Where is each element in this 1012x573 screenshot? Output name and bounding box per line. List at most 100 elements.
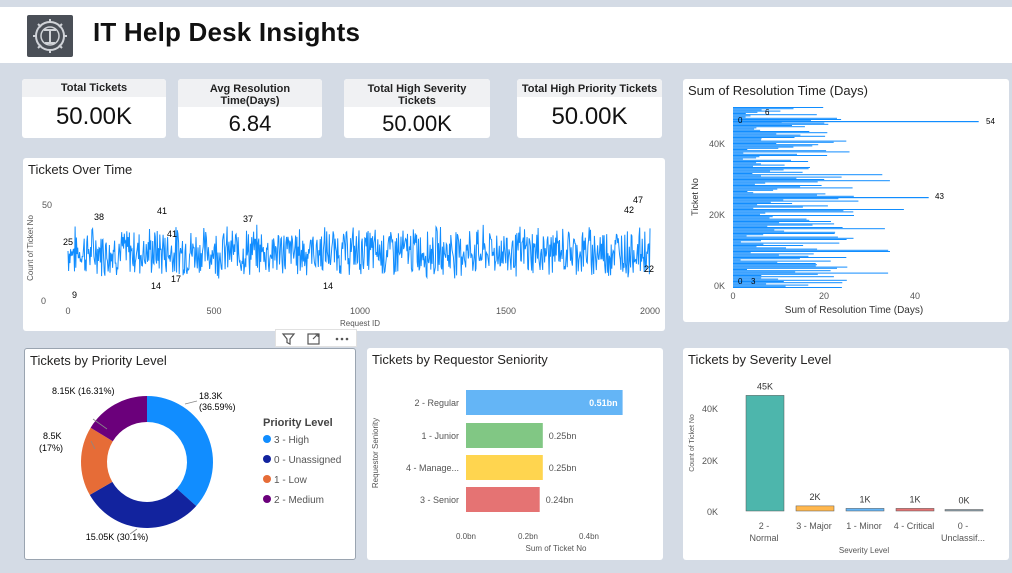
- data-label: 25: [63, 237, 73, 247]
- resolution-bar: [733, 147, 779, 149]
- resolution-bar: [733, 146, 794, 148]
- resolution-bar: [733, 230, 785, 232]
- data-label: 2K: [809, 492, 820, 502]
- resolution-bar: [733, 197, 929, 199]
- category-label: 2 -: [759, 521, 770, 531]
- y-axis-label: Ticket No: [690, 178, 700, 216]
- resolution-bar: [733, 249, 889, 251]
- tickets-over-time-chart: Count of Ticket No 0 50 0 500 1000 1500 …: [26, 195, 660, 328]
- data-label: 38: [94, 212, 104, 222]
- x-tick: 1500: [496, 306, 516, 316]
- resolution-bar: [733, 282, 843, 284]
- priority-donut-chart: 18.3K (36.59%) 15.05K (30.1%) 8.5K (17%)…: [39, 386, 341, 542]
- resolution-bar: [733, 144, 819, 146]
- resolution-bar: [733, 167, 810, 168]
- resolution-bar: [733, 188, 778, 190]
- slice-high[interactable]: [147, 396, 214, 506]
- resolution-bar: [733, 107, 824, 108]
- severity-bar[interactable]: [845, 508, 885, 512]
- resolution-bar: [733, 247, 786, 249]
- resolution-bar: [733, 129, 761, 131]
- legend-dot: [263, 435, 271, 443]
- resolution-bar: [733, 152, 744, 154]
- data-label: 41: [157, 206, 167, 216]
- resolution-time-visual[interactable]: Sum of Resolution Time (Days) Ticket No …: [683, 79, 1009, 322]
- resolution-bar: [733, 222, 780, 224]
- resolution-bar: [733, 228, 885, 230]
- ticket-count-line: [67, 224, 651, 280]
- kpi-value: 50.00K: [382, 111, 452, 136]
- seniority-bar-chart: Requestor Seniority 2 - Regular 1 - Juni…: [371, 390, 623, 553]
- legend-item[interactable]: 0 - Unassigned: [274, 455, 341, 466]
- x-tick: 20: [819, 291, 829, 301]
- legend-item[interactable]: 1 - Low: [274, 475, 308, 486]
- slice-pct-high: (36.59%): [199, 402, 236, 412]
- x-tick: 500: [206, 306, 221, 316]
- resolution-bar: [733, 151, 850, 153]
- slice-label-low: 8.5K: [43, 431, 62, 441]
- severity-bar[interactable]: [745, 395, 785, 512]
- severity-bar[interactable]: [795, 505, 835, 512]
- kpi-value: 50.00K: [551, 103, 628, 130]
- more-options-icon[interactable]: [332, 331, 352, 347]
- kpi-card-high-priority[interactable]: Total High Priority Tickets 50.00K: [517, 79, 662, 138]
- seniority-bar[interactable]: [466, 487, 540, 512]
- data-label: 22: [644, 264, 654, 274]
- resolution-bar: [733, 126, 805, 128]
- category-label: 1 - Minor: [846, 521, 882, 531]
- resolution-bar: [733, 128, 755, 130]
- data-label: 0.25bn: [549, 431, 577, 441]
- resolution-bar: [733, 203, 793, 204]
- seniority-bar[interactable]: [466, 455, 543, 480]
- resolution-bar: [733, 240, 761, 242]
- dashboard-title: IT Help Desk Insights: [93, 17, 361, 47]
- slice-pct-low: (17%): [39, 443, 63, 453]
- y-tick: 0: [41, 296, 46, 306]
- legend-item[interactable]: 2 - Medium: [274, 495, 324, 506]
- data-label: 9: [72, 290, 77, 300]
- resolution-bar: [733, 187, 853, 189]
- category-label: Unclassif...: [941, 533, 985, 543]
- resolution-bar: [733, 243, 764, 245]
- resolution-bar: [733, 263, 816, 264]
- company-logo: [27, 15, 73, 57]
- kpi-card-avg-resolution[interactable]: Avg Resolution Time(Days) 6.84: [178, 79, 322, 138]
- legend-item[interactable]: 3 - High: [274, 435, 309, 446]
- resolution-bar: [733, 217, 770, 219]
- resolution-bar: [733, 200, 859, 202]
- resolution-bar: [733, 241, 741, 243]
- category-label: 4 - Critical: [894, 521, 935, 531]
- resolution-bar: [733, 209, 904, 210]
- resolution-bar: [733, 225, 768, 227]
- resolution-bar: [733, 122, 825, 124]
- resolution-bar: [733, 164, 785, 166]
- resolution-bar: [733, 110, 781, 112]
- resolution-bar: [733, 149, 748, 150]
- y-tick: 50: [42, 200, 52, 210]
- seniority-bar[interactable]: [466, 423, 543, 448]
- kpi-card-total-tickets[interactable]: Total Tickets 50.00K: [22, 79, 166, 138]
- resolution-bar: [733, 127, 757, 129]
- severity-level-visual[interactable]: Tickets by Severity Level Count of Ticke…: [683, 348, 1009, 560]
- data-label: 41: [167, 229, 177, 239]
- resolution-bar: [733, 174, 883, 176]
- focus-mode-icon[interactable]: [304, 331, 324, 347]
- kpi-card-high-severity[interactable]: Total High Severity Tickets 50.00K: [344, 79, 490, 138]
- y-axis-label: Count of Ticket No: [689, 414, 696, 472]
- resolution-bar: [733, 271, 796, 273]
- severity-bar[interactable]: [895, 508, 935, 512]
- filter-icon[interactable]: [278, 331, 298, 347]
- x-tick: 2000: [640, 306, 660, 316]
- resolution-bar: [733, 199, 784, 201]
- tickets-over-time-visual[interactable]: Tickets Over Time Count of Ticket No 0 5…: [23, 158, 665, 331]
- resolution-bar: [733, 157, 757, 159]
- resolution-bar: [733, 182, 766, 184]
- data-label: 0.24bn: [546, 495, 574, 505]
- severity-bar[interactable]: [944, 509, 984, 512]
- y-tick: 20K: [709, 210, 725, 220]
- requestor-seniority-visual[interactable]: Tickets by Requestor Seniority Requestor…: [367, 348, 663, 560]
- resolution-bar: [733, 237, 854, 239]
- category-label: 0 -: [958, 521, 969, 531]
- priority-level-visual[interactable]: Tickets by Priority Level 18.3K (36.59%)…: [24, 348, 356, 560]
- resolution-bar: [733, 177, 797, 179]
